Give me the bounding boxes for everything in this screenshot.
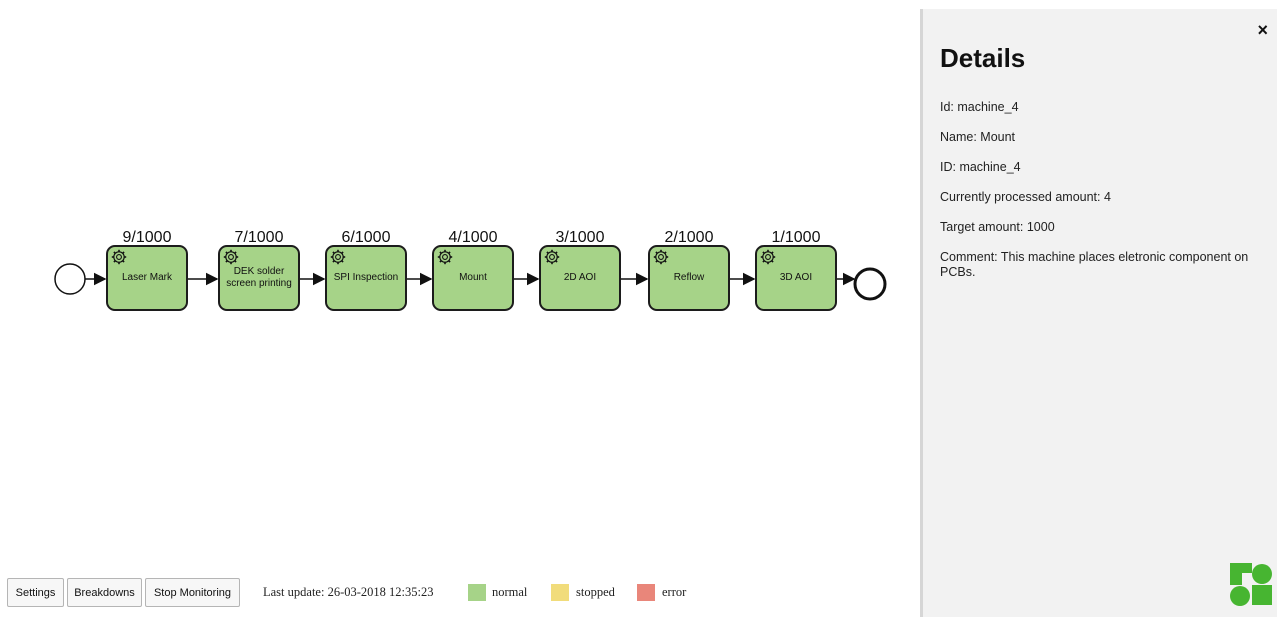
task-label: SPI Inspection [333,272,399,283]
legend-normal-swatch [468,584,486,601]
task-label: Laser Mark [121,272,172,283]
task-label: Mount [459,272,487,283]
start-event[interactable] [54,263,86,295]
legend-normal-label: normal [492,585,528,599]
detail-name: Name: Mount [940,130,1016,144]
app-logo-icon [1230,563,1272,606]
gear-icon [223,249,239,265]
detail-id-2: ID: machine_4 [940,160,1021,174]
task-node[interactable]: Laser Mark [106,245,188,311]
settings-button[interactable]: Settings [7,578,64,607]
gear-icon [544,249,560,265]
task-label: 2D AOI [563,272,597,283]
last-update-text: Last update: 26-03-2018 12:35:23 [263,585,434,599]
detail-comment: Comment: This machine places eletronic c… [940,250,1249,279]
legend-stopped-swatch [551,584,569,601]
end-event[interactable] [853,267,887,301]
gear-icon [437,249,453,265]
gear-icon [653,249,669,265]
breakdowns-button[interactable]: Breakdowns [67,578,142,607]
gear-icon [330,249,346,265]
process-diagram: 9/1000 Laser Mark 7/1000 DEK solder screen … [0,0,918,560]
detail-processed-amount: Currently processed amount: 4 [940,190,1111,204]
gear-icon [111,249,127,265]
legend-error-swatch [637,584,655,601]
detail-id: Id: machine_4 [940,100,1019,114]
legend-stopped-label: stopped [576,585,615,599]
details-title: Details [940,43,1026,73]
details-panel: × Details Id: machine_4 Name: Mount ID: … [920,9,1277,617]
legend-error-label: error [662,585,687,599]
close-icon[interactable]: × [1257,21,1268,39]
gear-icon [760,249,776,265]
task-node[interactable]: 2D AOI [539,245,621,311]
stop-monitoring-button[interactable]: Stop Monitoring [145,578,240,607]
task-node[interactable]: Mount [432,245,514,311]
task-node[interactable]: 3D AOI [755,245,837,311]
task-node[interactable]: SPI Inspection [325,245,407,311]
detail-target-amount: Target amount: 1000 [940,220,1055,234]
task-node[interactable]: DEK solder screen printing [218,245,300,311]
task-label: DEK solder screen printing [226,266,292,289]
task-label: Reflow [673,272,705,283]
task-node[interactable]: Reflow [648,245,730,311]
task-label: 3D AOI [779,272,813,283]
